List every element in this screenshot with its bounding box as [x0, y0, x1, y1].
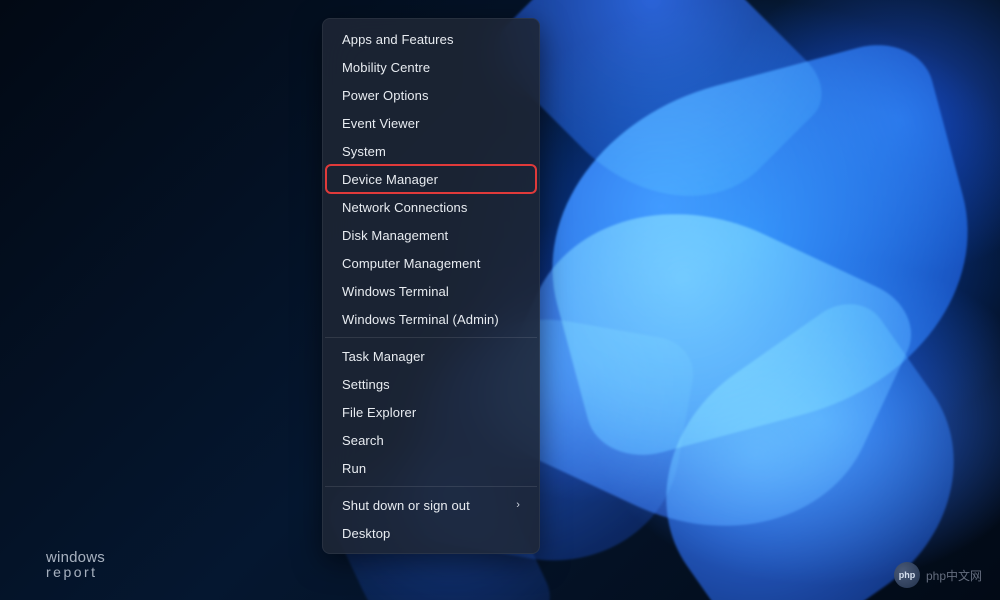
watermark-text: php中文网	[926, 567, 982, 584]
menu-item-label: Mobility Centre	[342, 60, 430, 75]
menu-item-power-options[interactable]: Power Options	[326, 81, 536, 109]
menu-item-label: Settings	[342, 377, 390, 392]
menu-item-label: Event Viewer	[342, 116, 420, 131]
watermark-line2: report	[46, 565, 105, 580]
menu-item-desktop[interactable]: Desktop	[326, 519, 536, 547]
menu-item-file-explorer[interactable]: File Explorer	[326, 398, 536, 426]
watermark-badge-icon: php	[894, 562, 920, 588]
menu-item-label: Power Options	[342, 88, 429, 103]
menu-item-label: Shut down or sign out	[342, 498, 470, 513]
menu-item-apps-features[interactable]: Apps and Features	[326, 25, 536, 53]
menu-item-label: Computer Management	[342, 256, 480, 271]
watermark-php-cn: php php中文网	[894, 562, 982, 588]
menu-item-search[interactable]: Search	[326, 426, 536, 454]
watermark-windows-report: windows report	[46, 550, 105, 580]
menu-item-label: Task Manager	[342, 349, 425, 364]
winx-context-menu[interactable]: Apps and Features Mobility Centre Power Op…	[322, 18, 540, 554]
menu-item-label: Windows Terminal (Admin)	[342, 312, 499, 327]
menu-item-label: File Explorer	[342, 405, 416, 420]
menu-item-label: Device Manager	[342, 172, 438, 187]
menu-item-settings[interactable]: Settings	[326, 370, 536, 398]
menu-item-windows-terminal-admin[interactable]: Windows Terminal (Admin)	[326, 305, 536, 333]
menu-item-label: Apps and Features	[342, 32, 454, 47]
menu-item-network-connections[interactable]: Network Connections	[326, 193, 536, 221]
menu-item-computer-management[interactable]: Computer Management	[326, 249, 536, 277]
menu-item-task-manager[interactable]: Task Manager	[326, 342, 536, 370]
menu-separator	[325, 337, 537, 338]
menu-item-label: System	[342, 144, 386, 159]
menu-item-label: Disk Management	[342, 228, 448, 243]
watermark-line1: windows	[46, 550, 105, 566]
menu-item-windows-terminal[interactable]: Windows Terminal	[326, 277, 536, 305]
menu-item-disk-management[interactable]: Disk Management	[326, 221, 536, 249]
menu-item-event-viewer[interactable]: Event Viewer	[326, 109, 536, 137]
menu-item-label: Search	[342, 433, 384, 448]
menu-separator	[325, 486, 537, 487]
menu-item-label: Run	[342, 461, 366, 476]
chevron-right-icon: ›	[516, 499, 520, 511]
menu-item-mobility-centre[interactable]: Mobility Centre	[326, 53, 536, 81]
menu-item-run[interactable]: Run	[326, 454, 536, 482]
menu-item-shut-down[interactable]: Shut down or sign out ›	[326, 491, 536, 519]
menu-item-device-manager[interactable]: Device Manager	[326, 165, 536, 193]
menu-item-label: Windows Terminal	[342, 284, 449, 299]
menu-item-label: Desktop	[342, 526, 390, 541]
menu-item-system[interactable]: System	[326, 137, 536, 165]
menu-item-label: Network Connections	[342, 200, 467, 215]
